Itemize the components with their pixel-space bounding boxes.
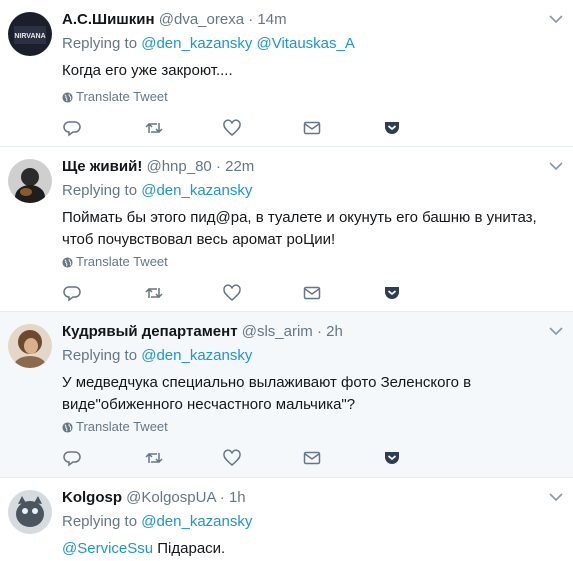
translate-tweet-label[interactable]: Translate Tweet (76, 254, 168, 269)
avatar-image (8, 159, 52, 203)
avatar[interactable] (8, 159, 52, 203)
display-name[interactable]: Kolgosp (62, 489, 122, 506)
translate-tweet-link[interactable]: Translate Tweet (62, 419, 168, 435)
tweet-text: @ServiceSsu Підараси. (62, 538, 542, 560)
reply-icon[interactable] (62, 283, 82, 303)
tweet-text: Поймать бы этого пид@ра, в туалете и оку… (62, 209, 537, 248)
replying-to: Replying to @den_kazansky (62, 181, 252, 201)
tweet[interactable]: NIRVANA А.С.Шишкин @dva_orexa · 14m Repl… (0, 0, 573, 147)
pocket-icon[interactable] (382, 448, 402, 468)
like-icon[interactable] (222, 118, 242, 138)
translate-tweet-link[interactable]: Translate Tweet (62, 89, 168, 105)
tweet-header: Kolgosp @KolgospUA · 1h (62, 488, 543, 508)
avatar[interactable] (8, 324, 52, 368)
replying-to-label: Replying to (62, 513, 138, 530)
retweet-icon[interactable] (144, 118, 164, 138)
avatar[interactable]: NIRVANA (8, 12, 52, 56)
direct-message-icon[interactable] (302, 283, 322, 303)
replying-to: Replying to @den_kazansky (62, 512, 252, 532)
user-handle[interactable]: @KolgospUA (126, 489, 215, 506)
avatar-nirvana-image: NIRVANA (8, 12, 52, 56)
separator-dot: · (215, 158, 221, 175)
display-name[interactable]: Кудрявый департамент (62, 323, 238, 340)
retweet-icon[interactable] (144, 448, 164, 468)
avatar-image (8, 490, 52, 534)
reply-handle-link[interactable]: @den_kazansky (141, 513, 252, 530)
translate-tweet-label[interactable]: Translate Tweet (76, 89, 168, 104)
avatar[interactable] (8, 490, 52, 534)
tweet-header: Кудрявый департамент @sls_arim · 2h (62, 322, 543, 342)
tweet-actions (62, 448, 422, 468)
mention-link[interactable]: @ServiceSsu (62, 540, 153, 557)
tweet-actions (62, 283, 422, 303)
timestamp[interactable]: 1h (229, 489, 246, 506)
avatar-image (8, 324, 52, 368)
globe-icon (62, 422, 73, 433)
chevron-down-icon[interactable] (549, 326, 563, 336)
reply-icon[interactable] (62, 118, 82, 138)
display-name[interactable]: А.С.Шишкин (62, 11, 155, 28)
retweet-icon[interactable] (144, 283, 164, 303)
chevron-down-icon[interactable] (549, 161, 563, 171)
replying-to-label: Replying to (62, 347, 138, 364)
reply-icon[interactable] (62, 448, 82, 468)
separator-dot: · (248, 11, 254, 28)
tweet[interactable]: Ще живий! @hnp_80 · 22m Replying to @den… (0, 147, 573, 312)
chevron-down-icon[interactable] (549, 14, 563, 24)
user-handle[interactable]: @sls_arim (242, 323, 313, 340)
tweet-actions (62, 118, 422, 138)
globe-icon (62, 257, 73, 268)
separator-dot: · (316, 323, 322, 340)
translate-tweet-link[interactable]: Translate Tweet (62, 254, 168, 270)
timestamp[interactable]: 2h (326, 323, 343, 340)
tweet[interactable]: Kolgosp @KolgospUA · 1h Replying to @den… (0, 478, 573, 561)
reply-handle-link[interactable]: @den_kazansky (141, 347, 252, 364)
chevron-down-icon[interactable] (549, 492, 563, 502)
translate-tweet-label[interactable]: Translate Tweet (76, 419, 168, 434)
replying-to: Replying to @den_kazansky (62, 346, 252, 366)
tweet-text: Когда его уже закроют.... (62, 62, 233, 79)
direct-message-icon[interactable] (302, 118, 322, 138)
pocket-icon[interactable] (382, 283, 402, 303)
replying-to: Replying to @den_kazansky @Vitauskas_A (62, 34, 355, 54)
like-icon[interactable] (222, 283, 242, 303)
display-name[interactable]: Ще живий! (62, 158, 142, 175)
user-handle[interactable]: @hnp_80 (146, 158, 211, 175)
timestamp[interactable]: 14m (257, 11, 286, 28)
tweet-header: А.С.Шишкин @dva_orexa · 14m (62, 10, 543, 30)
reply-handle-link[interactable]: @den_kazansky (141, 35, 252, 52)
timestamp[interactable]: 22m (225, 158, 254, 175)
replying-to-label: Replying to (62, 182, 138, 199)
direct-message-icon[interactable] (302, 448, 322, 468)
user-handle[interactable]: @dva_orexa (159, 11, 244, 28)
tweet-text-body: Підараси. (157, 540, 226, 557)
replying-to-label: Replying to (62, 35, 138, 52)
like-icon[interactable] (222, 448, 242, 468)
reply-handle-link[interactable]: @Vitauskas_A (257, 35, 355, 52)
separator-dot: · (219, 489, 225, 506)
tweet-text: У медведчука специально вылаживают фото … (62, 374, 472, 413)
pocket-icon[interactable] (382, 118, 402, 138)
globe-icon (62, 92, 73, 103)
tweet[interactable]: Кудрявый департамент @sls_arim · 2h Repl… (0, 312, 573, 478)
reply-handle-link[interactable]: @den_kazansky (141, 182, 252, 199)
tweet-header: Ще живий! @hnp_80 · 22m (62, 157, 543, 177)
avatar-text: NIRVANA (14, 33, 45, 40)
